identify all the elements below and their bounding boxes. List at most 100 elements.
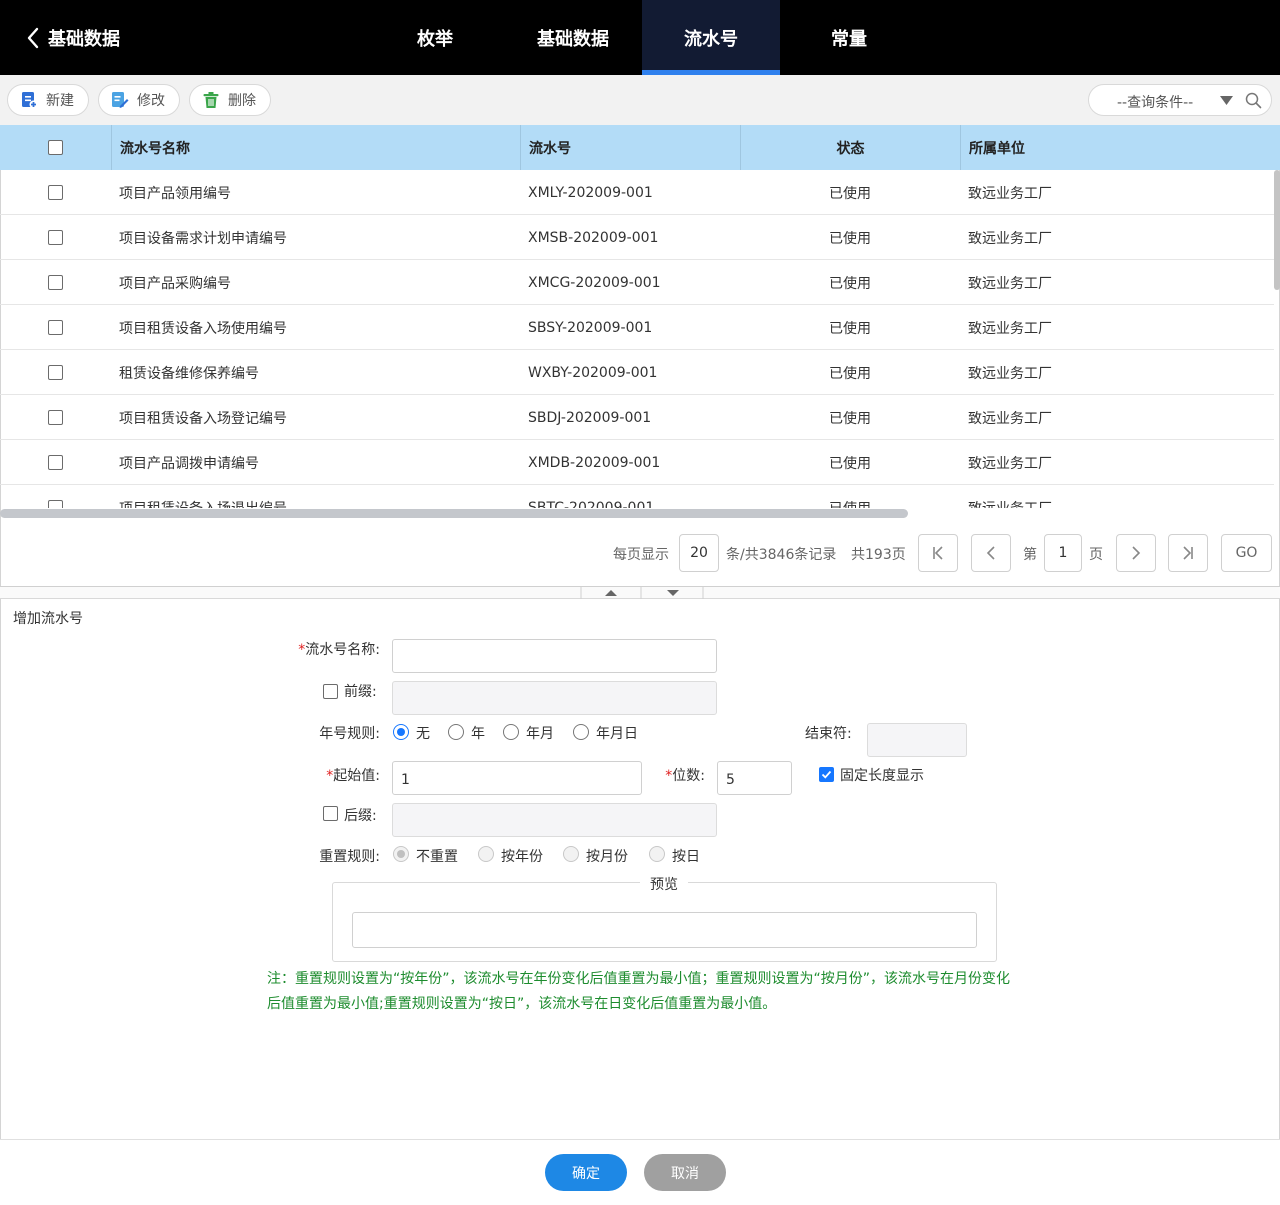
total-pages-label: 共193页 [851,547,906,563]
horizontal-scrollbar[interactable] [0,509,908,518]
tab-label: 常量 [831,28,867,50]
new-button[interactable]: 新建 [7,84,89,116]
column-header-name[interactable]: 流水号名称 [111,125,521,170]
unit-cell: 致远业务工厂 [968,410,1052,427]
end-char-input[interactable] [867,723,967,757]
back-button[interactable]: 基础数据 [26,22,120,54]
go-button[interactable]: GO [1221,534,1272,572]
start-value-input[interactable]: 1 [392,761,642,795]
page-number-input[interactable]: 1 [1044,534,1082,572]
digits-label-text: 位数: [672,768,705,784]
serial-name-input[interactable] [392,639,717,673]
tab-enum[interactable]: 枚举 [366,0,504,75]
column-header-code[interactable]: 流水号 [520,125,740,170]
edit-button[interactable]: 修改 [98,84,180,116]
first-page-button[interactable] [918,534,958,572]
year-rule-radio-year-month[interactable] [503,724,519,740]
search-icon[interactable] [1245,92,1262,109]
serial-name-cell: 项目产品调拨申请编号 [119,455,259,472]
year-rule-radio-year-month-day[interactable] [573,724,589,740]
query-placeholder: --查询条件-- [1117,95,1194,111]
chevron-right-icon [1132,546,1141,560]
unit-cell: 致远业务工厂 [968,365,1052,382]
prefix-label: 前缀: [344,684,377,700]
reset-rule-option: 按日 [672,849,700,865]
unit-cell: 致远业务工厂 [968,455,1052,472]
unit-cell: 致远业务工厂 [968,320,1052,337]
back-label: 基础数据 [48,29,120,50]
edit-label: 修改 [137,93,165,109]
table-row[interactable]: 项目租赁设备入场退出编号 SBTC-202009-001 已使用 致远业务工厂 [0,485,1274,508]
last-page-button[interactable] [1168,534,1208,572]
cancel-button[interactable]: 取消 [644,1154,726,1191]
reset-rule-radio-none[interactable] [393,846,409,862]
row-checkbox[interactable] [48,410,63,425]
table-row[interactable]: 项目产品调拨申请编号 XMDB-202009-001 已使用 致远业务工厂 [0,440,1274,485]
select-all-cell [0,125,111,170]
collapse-up-icon[interactable] [580,587,642,599]
reset-rule-radio-day[interactable] [649,846,665,862]
form-title: 增加流水号 [13,611,83,627]
panel-splitter[interactable] [0,587,1280,599]
prev-page-button[interactable] [971,534,1011,572]
column-header-unit[interactable]: 所属单位 [960,125,1280,170]
status-cell: 已使用 [829,320,871,337]
row-checkbox[interactable] [48,185,63,200]
row-checkbox[interactable] [48,275,63,290]
fixed-length-checkbox[interactable] [819,767,834,782]
collapse-down-icon[interactable] [642,587,704,599]
status-cell: 已使用 [740,485,960,509]
suffix-input[interactable] [392,803,717,837]
serial-name-cell: 项目产品采购编号 [119,275,231,292]
column-header-status[interactable]: 状态 [740,125,960,170]
tab-serial-number[interactable]: 流水号 [642,0,780,75]
reset-rule-radio-month[interactable] [563,846,579,862]
row-checkbox[interactable] [48,365,63,380]
year-rule-option: 年月 [526,726,554,742]
reset-rule-radio-year[interactable] [478,846,494,862]
trash-icon [203,92,219,108]
year-rule-radio-none[interactable] [393,724,409,740]
digits-input[interactable]: 5 [717,761,792,795]
row-checkbox[interactable] [48,230,63,245]
chevron-left-icon [986,546,995,560]
vertical-scrollbar[interactable] [1274,170,1280,290]
select-all-checkbox[interactable] [48,140,63,155]
preview-legend: 预览 [640,874,688,894]
chevron-left-icon [27,27,39,49]
prefix-input[interactable] [392,681,717,715]
table-row[interactable]: 租赁设备维修保养编号 WXBY-202009-001 已使用 致远业务工厂 [0,350,1274,395]
caret-down-icon[interactable] [1220,96,1233,105]
table-row[interactable]: 项目租赁设备入场使用编号 SBSY-202009-001 已使用 致远业务工厂 [0,305,1274,350]
unit-cell: 致远业务工厂 [968,230,1052,247]
table-row[interactable]: 项目设备需求计划申请编号 XMSB-202009-001 已使用 致远业务工厂 [0,215,1274,260]
confirm-button[interactable]: 确定 [545,1154,627,1191]
new-label: 新建 [46,93,74,109]
end-char-label: 结束符: [805,726,852,742]
serial-code-cell: XMDB-202009-001 [528,454,661,471]
prefix-checkbox[interactable] [323,684,338,699]
table-row[interactable]: 项目产品采购编号 XMCG-202009-001 已使用 致远业务工厂 [0,260,1274,305]
serial-code-cell: SBDJ-202009-001 [528,409,652,426]
last-page-icon [1183,546,1193,560]
row-checkbox[interactable] [48,455,63,470]
serial-code-cell: XMSB-202009-001 [528,229,659,246]
suffix-checkbox[interactable] [323,806,338,821]
pagination: 每页显示 20 条/共3846条记录 共193页 第 1 页 GO [0,519,1280,587]
action-bar: 确定 取消 [0,1139,1280,1205]
tab-constant[interactable]: 常量 [780,0,918,75]
tab-basic-data[interactable]: 基础数据 [504,0,642,75]
delete-button[interactable]: 删除 [189,84,271,116]
preview-input[interactable] [352,912,977,948]
next-page-button[interactable] [1116,534,1156,572]
serial-code-cell: WXBY-202009-001 [528,364,658,381]
row-checkbox[interactable] [48,500,63,508]
checkmark-icon [821,770,832,779]
year-rule-radio-year[interactable] [448,724,464,740]
total-records-label: 条/共3846条记录 [726,547,837,563]
row-checkbox[interactable] [48,320,63,335]
table-row[interactable]: 项目租赁设备入场登记编号 SBDJ-202009-001 已使用 致远业务工厂 [0,395,1274,440]
table-row[interactable]: 项目产品领用编号 XMLY-202009-001 已使用 致远业务工厂 [0,170,1274,215]
query-condition-select[interactable]: --查询条件-- [1088,84,1272,116]
per-page-input[interactable]: 20 [679,534,719,572]
